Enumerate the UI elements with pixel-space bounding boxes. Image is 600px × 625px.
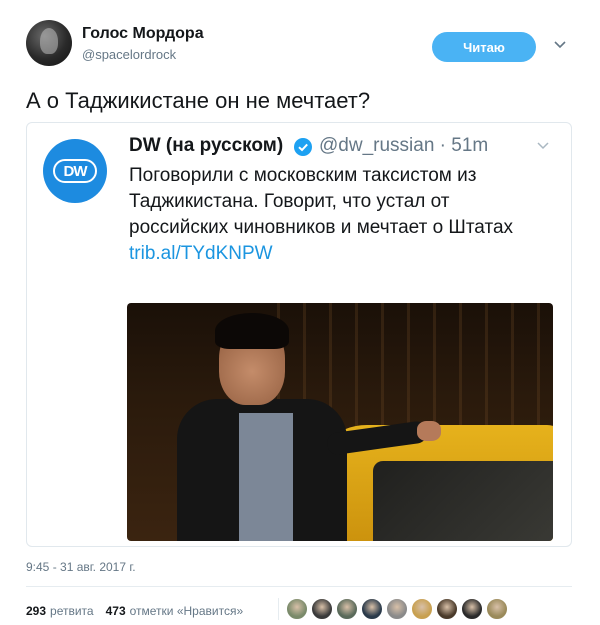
liker-avatar[interactable] (486, 598, 508, 620)
quoted-body: Поговорили с московским таксистом из Тад… (129, 165, 514, 238)
liker-avatar[interactable] (336, 598, 358, 620)
dw-logo-text: DW (53, 159, 97, 183)
author-handle[interactable]: @spacelordrock (82, 47, 176, 62)
likes-count[interactable]: 473 (106, 604, 126, 618)
quoted-tweet[interactable]: DW DW (на русском) @dw_russian · 51m Пог… (26, 122, 572, 547)
follow-button[interactable]: Читаю (432, 32, 536, 62)
quoted-link[interactable]: trib.al/TYdKNPW (129, 241, 549, 267)
liker-avatar[interactable] (461, 598, 483, 620)
verified-badge-icon (294, 138, 312, 156)
stats-divider (278, 598, 279, 620)
liker-avatar[interactable] (311, 598, 333, 620)
photo-person-hand (417, 421, 441, 441)
tweet-stats: 293 ретвита 473 отметки «Нравится» (26, 598, 243, 624)
photo-person-hair (215, 313, 289, 349)
liker-avatar[interactable] (286, 598, 308, 620)
liker-avatar[interactable] (386, 598, 408, 620)
quoted-author-name[interactable]: DW (на русском) (129, 135, 283, 157)
liker-avatar[interactable] (411, 598, 433, 620)
quoted-text: Поговорили с московским таксистом из Тад… (129, 163, 549, 267)
author-name[interactable]: Голос Мордора (82, 25, 204, 43)
photo-person-shirt (239, 413, 293, 541)
tweet-header: Голос Мордора @spacelordrock Читаю (26, 20, 586, 70)
photo-car-window (373, 461, 553, 541)
likers-avatars (286, 598, 508, 620)
likes-label[interactable]: отметки «Нравится» (130, 604, 244, 618)
dw-avatar[interactable]: DW (43, 139, 107, 203)
tweet-text: А о Таджикистане он не мечтает? (26, 88, 371, 113)
retweets-label[interactable]: ретвита (50, 604, 94, 618)
quoted-photo[interactable] (127, 303, 553, 541)
quoted-handle-time: @dw_russian · 51m (319, 135, 489, 156)
chevron-down-icon[interactable] (550, 34, 570, 54)
liker-avatar[interactable] (361, 598, 383, 620)
author-avatar[interactable] (26, 20, 72, 66)
liker-avatar[interactable] (436, 598, 458, 620)
retweets-count[interactable]: 293 (26, 604, 46, 618)
chevron-down-icon[interactable] (535, 137, 551, 153)
tweet-timestamp[interactable]: 9:45 - 31 авг. 2017 г. (26, 560, 136, 574)
divider (26, 586, 572, 587)
